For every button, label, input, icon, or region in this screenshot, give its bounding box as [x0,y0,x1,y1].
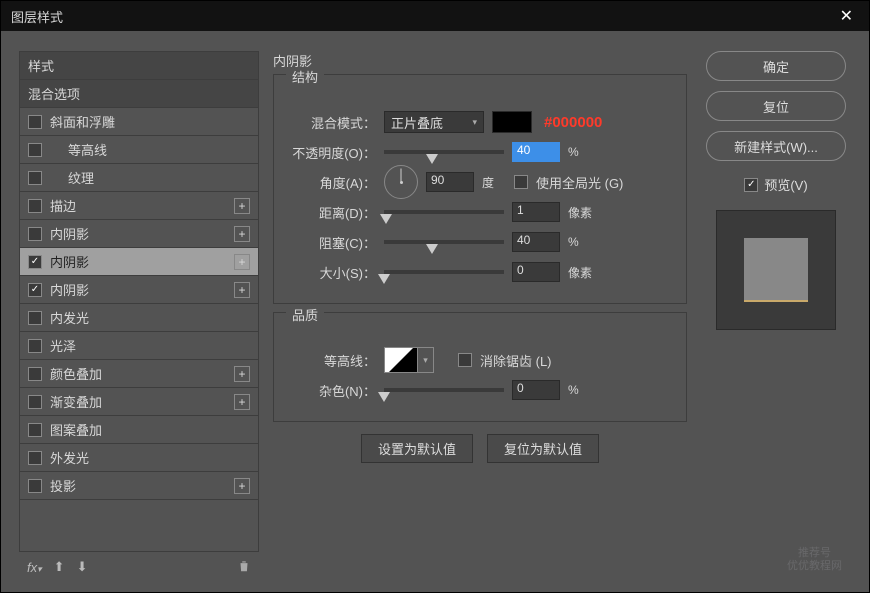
titlebar: 图层样式 ✕ [1,1,869,31]
sidebar-item-inner-shadow-2[interactable]: 内阴影+ [20,248,258,276]
checkbox[interactable] [28,451,42,465]
sidebar-item-pattern-overlay[interactable]: 图案叠加 [20,416,258,444]
group-title: 结构 [286,67,324,86]
checkbox[interactable] [28,283,42,297]
checkbox[interactable] [28,395,42,409]
plus-icon[interactable]: + [234,282,250,298]
checkbox[interactable] [28,423,42,437]
watermark: 推荐号 优优教程网 [787,547,842,573]
trash-icon[interactable] [237,559,251,576]
angle-dial[interactable] [384,165,418,199]
angle-input[interactable]: 90 [426,172,474,192]
fx-icon[interactable]: fx▾ [27,560,42,575]
sidebar-footer: fx▾ ⬆ ⬇ [19,552,259,582]
checkbox[interactable] [28,115,42,129]
contour-label: 等高线： [290,351,376,370]
choke-input[interactable]: 40 [512,232,560,252]
plus-icon[interactable]: + [234,394,250,410]
sidebar-item-color-overlay[interactable]: 颜色叠加+ [20,360,258,388]
size-label: 大小(S)： [290,263,376,282]
action-column: 确定 复位 新建样式(W)... 预览(V) [701,51,851,582]
preview-box [716,210,836,330]
structure-group: 结构 混合模式： 正片叠底▾ #000000 不透明度(O)： 40 % 角度(… [273,74,687,304]
choke-label: 阻塞(C)： [290,233,376,252]
reset-default-button[interactable]: 复位为默认值 [487,434,599,463]
checkbox[interactable] [28,367,42,381]
distance-slider[interactable] [384,210,504,214]
sidebar-header-blend[interactable]: 混合选项 [20,80,258,108]
preview-checkbox[interactable] [744,178,758,192]
noise-input[interactable]: 0 [512,380,560,400]
opacity-slider[interactable] [384,150,504,154]
size-slider[interactable] [384,270,504,274]
color-annotation: #000000 [544,114,602,131]
checkbox[interactable] [28,479,42,493]
angle-label: 角度(A)： [290,173,376,192]
layer-style-dialog: 图层样式 ✕ 样式 混合选项 斜面和浮雕 等高线 纹理 描边+ 内阴影+ 内阴影… [0,0,870,593]
panel-heading: 内阴影 [273,51,687,70]
settings-panel: 内阴影 结构 混合模式： 正片叠底▾ #000000 不透明度(O)： 40 %… [273,51,687,582]
sidebar-item-inner-glow[interactable]: 内发光 [20,304,258,332]
sidebar-item-stroke[interactable]: 描边+ [20,192,258,220]
noise-slider[interactable] [384,388,504,392]
sidebar-item-gradient-overlay[interactable]: 渐变叠加+ [20,388,258,416]
checkbox[interactable] [28,255,42,269]
sidebar-item-satin[interactable]: 光泽 [20,332,258,360]
opacity-label: 不透明度(O)： [290,143,376,162]
checkbox[interactable] [28,199,42,213]
close-icon[interactable]: ✕ [834,6,859,26]
sidebar-item-bevel[interactable]: 斜面和浮雕 [20,108,258,136]
arrow-down-icon[interactable]: ⬇ [77,559,88,575]
quality-group: 品质 等高线： ▾ 消除锯齿 (L) 杂色(N)： 0 % [273,312,687,422]
checkbox[interactable] [28,339,42,353]
plus-icon[interactable]: + [234,366,250,382]
antialias-checkbox[interactable] [458,353,472,367]
styles-sidebar: 样式 混合选项 斜面和浮雕 等高线 纹理 描边+ 内阴影+ 内阴影+ 内阴影+ … [19,51,259,582]
color-swatch[interactable] [492,111,532,133]
make-default-button[interactable]: 设置为默认值 [361,434,473,463]
size-input[interactable]: 0 [512,262,560,282]
global-light-label: 使用全局光 (G) [536,173,623,192]
global-light-checkbox[interactable] [514,175,528,189]
contour-picker[interactable] [384,347,418,373]
checkbox[interactable] [28,143,42,157]
plus-icon[interactable]: + [234,478,250,494]
opacity-input[interactable]: 40 [512,142,560,162]
distance-label: 距离(D)： [290,203,376,222]
cancel-button[interactable]: 复位 [706,91,846,121]
checkbox[interactable] [28,227,42,241]
plus-icon[interactable]: + [234,198,250,214]
arrow-up-icon[interactable]: ⬆ [54,559,65,575]
sidebar-item-outer-glow[interactable]: 外发光 [20,444,258,472]
checkbox[interactable] [28,171,42,185]
sidebar-item-texture[interactable]: 纹理 [20,164,258,192]
preview-swatch [744,238,808,302]
plus-icon[interactable]: + [234,254,250,270]
antialias-label: 消除锯齿 (L) [480,351,552,370]
checkbox[interactable] [28,311,42,325]
plus-icon[interactable]: + [234,226,250,242]
contour-dropdown[interactable]: ▾ [418,347,434,373]
sidebar-header-styles[interactable]: 样式 [20,52,258,80]
ok-button[interactable]: 确定 [706,51,846,81]
chevron-down-icon: ▾ [472,117,477,128]
blend-mode-label: 混合模式： [290,113,376,132]
distance-input[interactable]: 1 [512,202,560,222]
new-style-button[interactable]: 新建样式(W)... [706,131,846,161]
blend-mode-select[interactable]: 正片叠底▾ [384,111,484,133]
sidebar-item-inner-shadow-3[interactable]: 内阴影+ [20,276,258,304]
noise-label: 杂色(N)： [290,381,376,400]
preview-label: 预览(V) [764,175,807,194]
dialog-title: 图层样式 [11,7,63,26]
sidebar-item-drop-shadow[interactable]: 投影+ [20,472,258,500]
choke-slider[interactable] [384,240,504,244]
group-title: 品质 [286,305,324,324]
sidebar-item-inner-shadow-1[interactable]: 内阴影+ [20,220,258,248]
sidebar-item-contour[interactable]: 等高线 [20,136,258,164]
